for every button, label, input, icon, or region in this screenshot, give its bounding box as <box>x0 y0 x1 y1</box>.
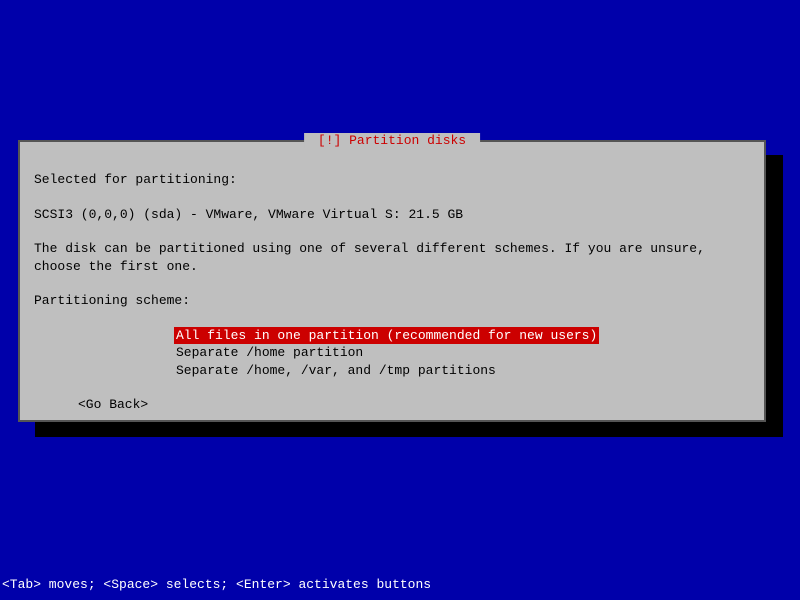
partition-dialog: [!] Partition disks Selected for partiti… <box>18 140 766 422</box>
option-separate-home-var-tmp[interactable]: Separate /home, /var, and /tmp partition… <box>174 362 498 380</box>
dialog-title: [!] Partition disks <box>304 133 480 148</box>
description-text: The disk can be partitioned using one of… <box>34 240 750 275</box>
options-list: All files in one partition (recommended … <box>174 327 750 380</box>
disk-info: SCSI3 (0,0,0) (sda) - VMware, VMware Vir… <box>34 206 750 224</box>
intro-text: Selected for partitioning: <box>34 171 750 189</box>
footer-help: <Tab> moves; <Space> selects; <Enter> ac… <box>2 577 431 592</box>
go-back-button[interactable]: <Go Back> <box>78 396 148 414</box>
dialog-content: Selected for partitioning: SCSI3 (0,0,0)… <box>20 142 764 426</box>
option-separate-home[interactable]: Separate /home partition <box>174 344 365 362</box>
scheme-label: Partitioning scheme: <box>34 292 750 310</box>
option-all-files[interactable]: All files in one partition (recommended … <box>174 327 599 345</box>
